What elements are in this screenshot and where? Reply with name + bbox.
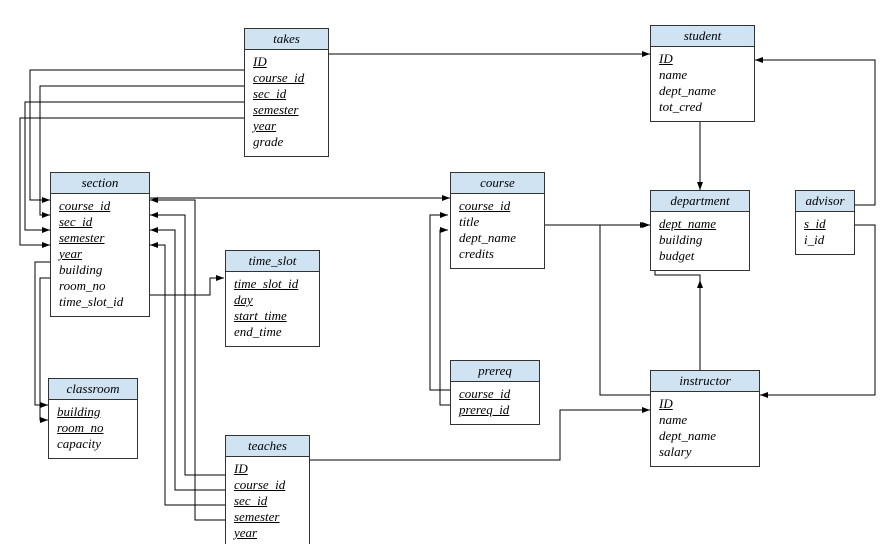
entity-teaches: teaches IDcourse_idsec_idsemesteryear [225,435,310,544]
attribute: time_slot_id [59,294,141,310]
entity-title: section [51,173,149,194]
attribute: course_id [234,477,301,493]
attribute: course_id [459,386,531,402]
attribute: dept_name [659,216,741,232]
entity-title: instructor [651,371,759,392]
attribute: start_time [234,308,311,324]
attribute: grade [253,134,320,150]
attribute: end_time [234,324,311,340]
entity-title: student [651,26,754,47]
entity-section: section course_idsec_idsemesteryearbuild… [50,172,150,317]
entity-body: course_idtitledept_namecredits [451,194,544,268]
attribute: name [659,67,746,83]
attribute: building [57,404,129,420]
entity-body: buildingroom_nocapacity [49,400,137,458]
entity-advisor: advisor s_idi_id [795,190,855,255]
entity-title: department [651,191,749,212]
attribute: dept_name [659,428,751,444]
attribute: dept_name [459,230,536,246]
attribute: course_id [459,198,536,214]
attribute: i_id [804,232,846,248]
entity-classroom: classroom buildingroom_nocapacity [48,378,138,459]
entity-body: s_idi_id [796,212,854,254]
attribute: year [253,118,320,134]
entity-title: takes [245,29,328,50]
entity-title: time_slot [226,251,319,272]
attribute: title [459,214,536,230]
entity-body: IDnamedept_namesalary [651,392,759,466]
attribute: ID [234,461,301,477]
attribute: ID [659,51,746,67]
attribute: ID [253,54,320,70]
attribute: room_no [59,278,141,294]
entity-title: prereq [451,361,539,382]
attribute: time_slot_id [234,276,311,292]
entity-body: course_idsec_idsemesteryearbuildingroom_… [51,194,149,316]
attribute: year [59,246,141,262]
entity-instructor: instructor IDnamedept_namesalary [650,370,760,467]
entity-body: course_idprereq_id [451,382,539,424]
entity-body: IDcourse_idsec_idsemesteryeargrade [245,50,328,156]
entity-body: dept_namebuildingbudget [651,212,749,270]
attribute: dept_name [659,83,746,99]
attribute: capacity [57,436,129,452]
attribute: budget [659,248,741,264]
attribute: course_id [253,70,320,86]
attribute: prereq_id [459,402,531,418]
attribute: course_id [59,198,141,214]
entity-body: time_slot_iddaystart_timeend_time [226,272,319,346]
entity-body: IDnamedept_nametot_cred [651,47,754,121]
attribute: semester [253,102,320,118]
entity-takes: takes IDcourse_idsec_idsemesteryeargrade [244,28,329,157]
attribute: s_id [804,216,846,232]
entity-department: department dept_namebuildingbudget [650,190,750,271]
attribute: sec_id [253,86,320,102]
attribute: salary [659,444,751,460]
attribute: ID [659,396,751,412]
attribute: credits [459,246,536,262]
attribute: building [59,262,141,278]
attribute: semester [59,230,141,246]
entity-title: advisor [796,191,854,212]
er-diagram: { "entities": { "takes": { "title": "tak… [0,0,895,544]
entity-title: course [451,173,544,194]
entity-course: course course_idtitledept_namecredits [450,172,545,269]
attribute: tot_cred [659,99,746,115]
attribute: day [234,292,311,308]
entity-title: teaches [226,436,309,457]
attribute: name [659,412,751,428]
entity-prereq: prereq course_idprereq_id [450,360,540,425]
attribute: year [234,525,301,541]
entity-time-slot: time_slot time_slot_iddaystart_timeend_t… [225,250,320,347]
attribute: building [659,232,741,248]
attribute: semester [234,509,301,525]
entity-student: student IDnamedept_nametot_cred [650,25,755,122]
attribute: sec_id [59,214,141,230]
entity-body: IDcourse_idsec_idsemesteryear [226,457,309,544]
attribute: sec_id [234,493,301,509]
entity-title: classroom [49,379,137,400]
attribute: room_no [57,420,129,436]
